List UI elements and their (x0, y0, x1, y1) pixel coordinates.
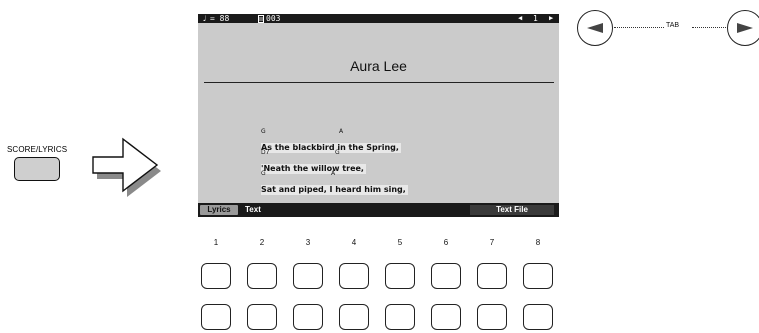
chord: G (335, 149, 340, 156)
button-2-down[interactable] (247, 304, 277, 330)
measure-number: 003 (266, 14, 281, 23)
lyric-block: G A As the blackbird in the Spring, (261, 128, 408, 153)
chord-row: G A (261, 170, 408, 177)
measure-icon (258, 15, 264, 23)
tab-label: TAB (666, 22, 680, 29)
tab-lyrics[interactable]: Lyrics (200, 205, 238, 215)
button-6-down[interactable] (431, 304, 461, 330)
button-8-down[interactable] (523, 304, 553, 330)
chord: A (331, 170, 336, 177)
lyric-block: G A Sat and piped, I heard him sing, (261, 170, 408, 195)
lyrics-area: G A As the blackbird in the Spring, D7 G… (261, 128, 408, 195)
button-number-6: 6 (443, 238, 449, 247)
left-arrow-icon (587, 23, 603, 33)
button-number-4: 4 (351, 238, 357, 247)
button-2-up[interactable] (247, 263, 277, 289)
chord: G (261, 170, 266, 177)
tab-leader-left (614, 27, 664, 28)
lyric-block: D7 G 'Neath the willow tree, (261, 149, 408, 174)
lyric-line: Sat and piped, I heard him sing, (261, 185, 408, 195)
tempo-value: = 88 (210, 14, 230, 23)
chord-row: G A (261, 128, 408, 135)
button-number-3: 3 (305, 238, 311, 247)
button-6-up[interactable] (431, 263, 461, 289)
display-screen: ♩ = 88 003 ◀ 1 ▶ Aura Lee G A As the bla… (198, 14, 559, 217)
tab-right-button[interactable] (727, 10, 759, 46)
button-number-1: 1 (213, 238, 219, 247)
button-1-down[interactable] (201, 304, 231, 330)
button-4-up[interactable] (339, 263, 369, 289)
button-5-down[interactable] (385, 304, 415, 330)
chord: A (339, 128, 344, 135)
tab-leader-right (692, 27, 726, 28)
quarter-note-icon: ♩ (202, 14, 207, 23)
button-3-up[interactable] (293, 263, 323, 289)
tab-text[interactable]: Text (245, 205, 261, 215)
button-8-up[interactable] (523, 263, 553, 289)
page-number: 1 (533, 14, 538, 23)
song-title: Aura Lee (350, 58, 407, 74)
right-arrow-icon (737, 23, 753, 33)
chord: D7 (261, 149, 270, 156)
button-1-up[interactable] (201, 263, 231, 289)
text-file-button[interactable]: Text File (470, 205, 554, 215)
chord-row: D7 G (261, 149, 408, 156)
chord: G (261, 128, 266, 135)
score-lyrics-button[interactable] (14, 157, 60, 181)
bottom-tab-bar: Lyrics Text Text File (198, 203, 559, 217)
button-3-down[interactable] (293, 304, 323, 330)
right-arrow-icon (92, 137, 161, 197)
button-number-7: 7 (489, 238, 495, 247)
tab-left-button[interactable] (577, 10, 613, 46)
score-lyrics-label: SCORE/LYRICS (7, 145, 68, 154)
button-4-down[interactable] (339, 304, 369, 330)
button-number-2: 2 (259, 238, 265, 247)
title-divider (204, 82, 554, 83)
button-5-up[interactable] (385, 263, 415, 289)
button-7-up[interactable] (477, 263, 507, 289)
status-bar: ♩ = 88 003 ◀ 1 ▶ (198, 14, 559, 23)
button-number-5: 5 (397, 238, 403, 247)
button-7-down[interactable] (477, 304, 507, 330)
page-prev-icon[interactable]: ◀ (518, 14, 522, 23)
page-next-icon[interactable]: ▶ (549, 14, 553, 23)
button-number-8: 8 (535, 238, 541, 247)
